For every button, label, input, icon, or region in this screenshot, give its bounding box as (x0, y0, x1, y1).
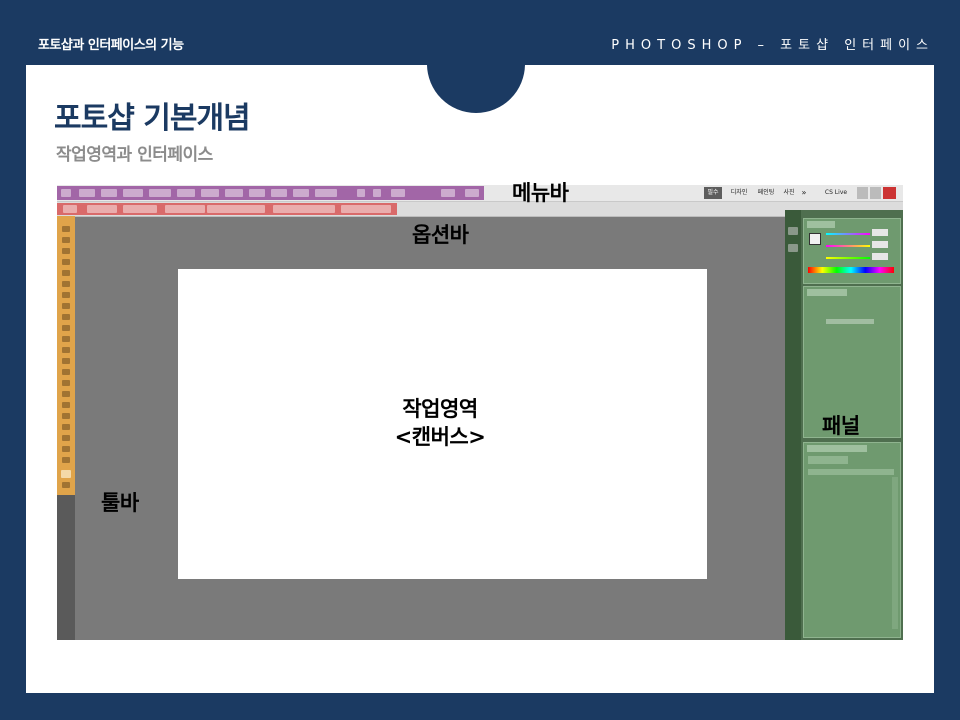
menu-item (201, 189, 219, 197)
label-panel: 패널 (822, 414, 860, 438)
layers-panel-tab[interactable] (807, 445, 867, 452)
panel-dock-icons (785, 210, 801, 640)
quick-mask-icon[interactable] (62, 482, 70, 488)
dodge-tool-icon[interactable] (62, 369, 70, 375)
menu-item (79, 189, 95, 197)
eyedropper-tool-icon[interactable] (62, 281, 70, 287)
style-select (207, 205, 265, 213)
eraser-tool-icon[interactable] (62, 336, 70, 342)
close-window-icon[interactable] (883, 187, 896, 199)
healing-brush-tool-icon[interactable] (62, 292, 70, 298)
bridge-icon (357, 189, 365, 197)
decorative-circle (427, 65, 525, 113)
adjustments-placeholder-text (826, 319, 874, 324)
toolbar (57, 216, 75, 495)
anti-alias-checkbox (165, 205, 205, 213)
crop-tool-icon[interactable] (62, 270, 70, 276)
clone-stamp-tool-icon[interactable] (62, 314, 70, 320)
option-bar-highlight (57, 203, 397, 215)
red-value-field[interactable] (872, 229, 888, 236)
lock-icons-row[interactable] (808, 469, 894, 475)
feather-field (123, 205, 157, 213)
selection-mode-icons (87, 205, 117, 213)
color-panel-tab[interactable] (807, 221, 835, 228)
header-right-title: PHOTOSHOP – 포토샵 인터페이스 (611, 38, 934, 53)
menubar: 필수 디자인 페인팅 사진 » CS Live (57, 185, 903, 202)
color-spectrum-bar[interactable] (808, 267, 894, 273)
actions-panel-icon[interactable] (788, 244, 798, 252)
slide-subtitle: 작업영역과 인터페이스 (56, 145, 213, 165)
path-selection-tool-icon[interactable] (62, 402, 70, 408)
width-height-fields (273, 205, 335, 213)
menu-item (225, 189, 243, 197)
blend-mode-select[interactable] (808, 456, 848, 464)
more-workspaces-button[interactable]: » (799, 187, 809, 199)
shape-tool-icon[interactable] (62, 413, 70, 419)
cs-live-button[interactable]: CS Live (819, 187, 853, 199)
tool-preset-icon (63, 205, 77, 213)
workspace-design-button[interactable]: 디자인 (727, 187, 751, 199)
slide-title: 포토샵 기본개념 (54, 101, 251, 136)
zoom-tool-icon[interactable] (62, 457, 70, 463)
mini-bridge-icon (373, 189, 381, 197)
color-swatch-icon[interactable] (61, 470, 71, 478)
history-brush-tool-icon[interactable] (62, 325, 70, 331)
lasso-tool-icon[interactable] (62, 248, 70, 254)
menu-item (177, 189, 195, 197)
workspace-photography-button[interactable]: 사진 (781, 187, 797, 199)
brush-tool-icon[interactable] (62, 303, 70, 309)
layers-scrollbar[interactable] (892, 477, 898, 629)
blue-slider[interactable] (826, 257, 870, 259)
green-value-field[interactable] (872, 241, 888, 248)
zoom-level-icon (441, 189, 455, 197)
marquee-tool-icon[interactable] (62, 237, 70, 243)
workspace-essentials-button[interactable]: 필수 (704, 187, 722, 199)
hand-tool-icon[interactable] (62, 446, 70, 452)
label-workarea: 작업영역 <캔버스> (360, 395, 520, 451)
workspace-painting-button[interactable]: 페인팅 (755, 187, 777, 199)
blur-tool-icon[interactable] (62, 358, 70, 364)
label-menubar: 메뉴바 (512, 181, 569, 205)
color-panel (803, 218, 901, 284)
minimize-window-icon[interactable] (857, 187, 868, 199)
pen-tool-icon[interactable] (62, 380, 70, 386)
quick-selection-tool-icon[interactable] (62, 259, 70, 265)
header-left-title: 포토샵과 인터페이스의 기능 (38, 38, 184, 53)
menu-item (293, 189, 309, 197)
label-toolbar: 툴바 (101, 491, 139, 515)
label-workarea-line2: <캔버스> (394, 425, 486, 449)
menu-item (101, 189, 117, 197)
move-tool-icon[interactable] (62, 226, 70, 232)
3d-orbit-tool-icon[interactable] (62, 435, 70, 441)
green-slider[interactable] (826, 245, 870, 247)
label-optionbar: 옵션바 (412, 223, 469, 247)
gradient-tool-icon[interactable] (62, 347, 70, 353)
menu-item (149, 189, 171, 197)
view-extras-icon (391, 189, 405, 197)
menu-item (271, 189, 287, 197)
layers-panel (803, 442, 901, 638)
blue-value-field[interactable] (872, 253, 888, 260)
red-slider[interactable] (826, 233, 870, 235)
menubar-highlight (57, 186, 484, 200)
slide: 포토샵 기본개념 작업영역과 인터페이스 필수 디자인 페인팅 사진 » CS … (26, 65, 934, 693)
3d-rotate-tool-icon[interactable] (62, 424, 70, 430)
history-panel-icon[interactable] (788, 227, 798, 235)
foreground-color-swatch[interactable] (809, 233, 821, 245)
menu-item (123, 189, 143, 197)
adjustments-panel-tab[interactable] (807, 289, 847, 296)
menu-item (249, 189, 265, 197)
restore-window-icon[interactable] (870, 187, 881, 199)
type-tool-icon[interactable] (62, 391, 70, 397)
menu-item (315, 189, 337, 197)
arrange-documents-icon (465, 189, 479, 197)
refine-edge-button (341, 205, 391, 213)
option-bar (57, 202, 903, 217)
label-workarea-line1: 작업영역 (402, 397, 478, 421)
ps-logo-icon (61, 189, 71, 197)
